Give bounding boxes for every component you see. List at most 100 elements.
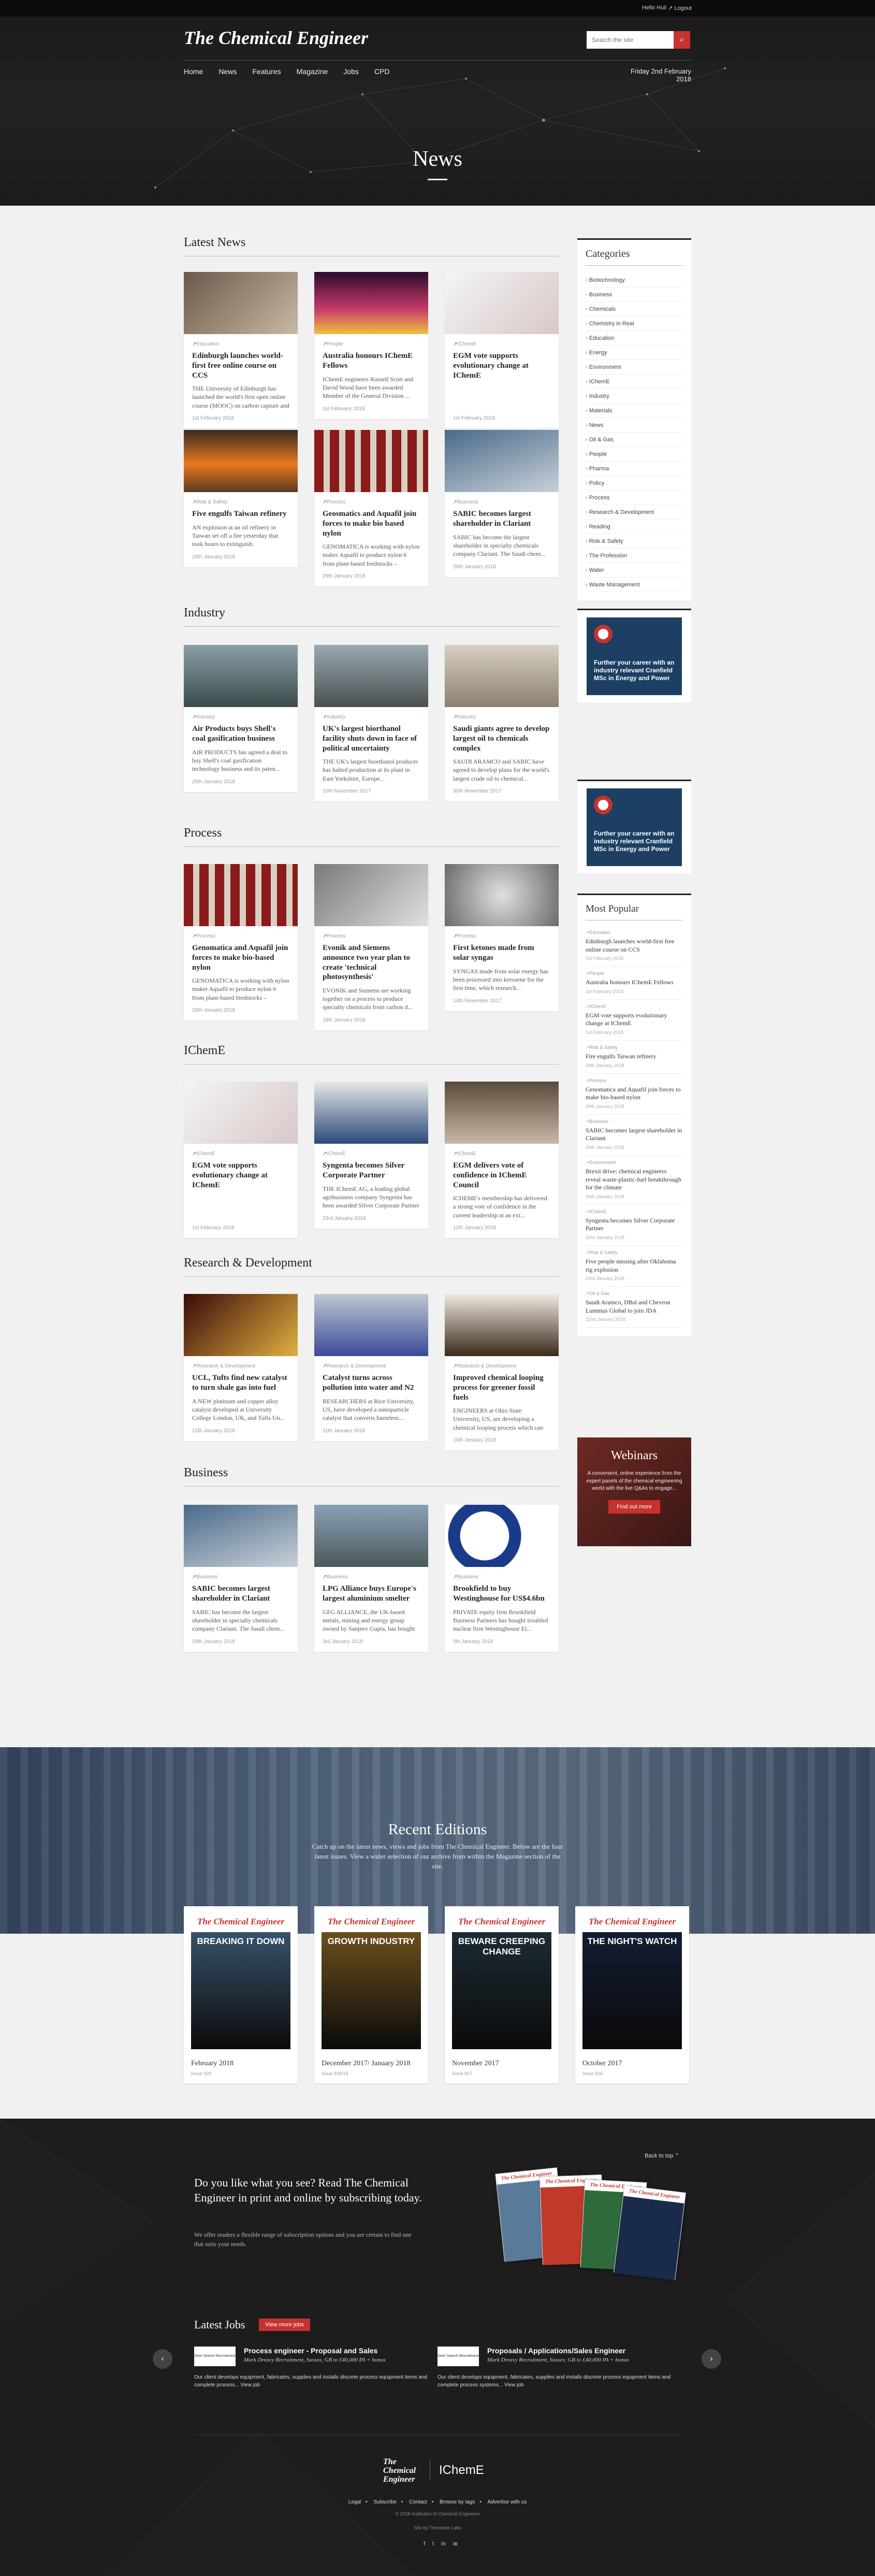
category-link[interactable]: Energy bbox=[586, 346, 683, 360]
category-link[interactable]: Policy bbox=[586, 476, 683, 491]
nav-news[interactable]: News bbox=[218, 67, 237, 76]
news-card[interactable]: Business Brookfield to buy Westinghouse f… bbox=[445, 1505, 559, 1652]
nav-jobs[interactable]: Jobs bbox=[343, 67, 359, 76]
popular-item[interactable]: IChemE EGM vote supports evolutionary cha… bbox=[586, 1000, 683, 1041]
back-to-top-link[interactable]: Back to top ⌃ bbox=[645, 2152, 679, 2159]
article-image[interactable] bbox=[314, 272, 428, 334]
magazine-cover[interactable]: The Chemical Engineer THE NIGHT'S WATCH bbox=[582, 1913, 682, 2049]
article-category[interactable]: Risk & Safety bbox=[192, 499, 289, 505]
footer-link-subscribe[interactable]: Subscribe bbox=[374, 2499, 397, 2505]
magazine-issue[interactable]: The Chemical Engineer BREAKING IT DOWN Feb… bbox=[184, 1906, 298, 2083]
article-category[interactable]: IChemE bbox=[453, 341, 550, 347]
news-card[interactable]: Process Geosmatics and Aquafil join force… bbox=[314, 430, 428, 587]
category-link[interactable]: Education bbox=[586, 331, 683, 346]
news-card[interactable]: IChemE EGM vote supports evolutionary cha… bbox=[445, 272, 559, 429]
category-link[interactable]: Research & Development bbox=[586, 505, 683, 520]
category-link[interactable]: Business bbox=[586, 287, 683, 302]
magazine-cover[interactable]: The Chemical Engineer BREAKING IT DOWN bbox=[191, 1913, 290, 2049]
logout-link[interactable]: ↗ Logout bbox=[668, 5, 692, 11]
footer-link-tags[interactable]: Browse by tags bbox=[440, 2499, 475, 2505]
popular-title[interactable]: Brexit drive: chemical engineers reveal … bbox=[586, 1168, 683, 1192]
article-title[interactable]: Edinburgh launches world-first free onli… bbox=[192, 351, 289, 380]
article-image[interactable] bbox=[184, 1294, 298, 1356]
article-image[interactable] bbox=[314, 645, 428, 707]
footer-link-legal[interactable]: Legal bbox=[348, 2499, 361, 2505]
magazine-issue[interactable]: The Chemical Engineer GROWTH INDUSTRY Dece… bbox=[314, 1906, 428, 2083]
popular-title[interactable]: Syngenta becomes Silver Corporate Partne… bbox=[586, 1217, 683, 1233]
search-button[interactable]: ⌕ bbox=[674, 31, 690, 49]
webinar-button[interactable]: Find out more bbox=[608, 1500, 660, 1514]
job-title[interactable]: Process engineer - Proposal and Sales bbox=[244, 2347, 377, 2355]
article-title[interactable]: SABIC becomes largest shareholder in Cla… bbox=[453, 509, 550, 529]
popular-title[interactable]: Edinburgh launches world-first free onli… bbox=[586, 938, 683, 954]
article-category[interactable]: Process bbox=[323, 933, 420, 939]
article-image[interactable] bbox=[184, 864, 298, 926]
news-card[interactable]: Process Genomatica and Aquafil join force… bbox=[184, 864, 298, 1021]
popular-title[interactable]: Genomatica and Aquafil join forces to ma… bbox=[586, 1086, 683, 1102]
category-link[interactable]: Chemicals bbox=[586, 302, 683, 316]
news-card[interactable]: Education Edinburgh launches world-first … bbox=[184, 272, 298, 429]
popular-item[interactable]: IChemE Syngenta becomes Silver Corporate … bbox=[586, 1205, 683, 1246]
article-image[interactable] bbox=[445, 645, 559, 707]
site-credit[interactable]: Site by Trimstone Labs bbox=[0, 2525, 875, 2530]
magazine-issue[interactable]: The Chemical Engineer BEWARE CREEPING CHA… bbox=[445, 1906, 559, 2083]
article-image[interactable] bbox=[184, 272, 298, 334]
popular-item[interactable]: Risk & Safety Five people missing after O… bbox=[586, 1246, 683, 1287]
magazine-cover[interactable]: The Chemical Engineer GROWTH INDUSTRY bbox=[322, 1913, 421, 2049]
cranfield-ad-1[interactable]: Further your career with an industry rel… bbox=[587, 617, 682, 695]
popular-item[interactable]: Risk & Safety Fire engulfs Taiwan refiner… bbox=[586, 1041, 683, 1074]
article-category[interactable]: Business bbox=[453, 499, 550, 505]
article-title[interactable]: EGM delivers vote of confidence in IChem… bbox=[453, 1161, 550, 1190]
category-link[interactable]: Biotechnology bbox=[586, 273, 683, 287]
news-card[interactable]: Business SABIC becomes largest shareholde… bbox=[184, 1505, 298, 1652]
category-link[interactable]: Reading bbox=[586, 520, 683, 534]
article-image[interactable] bbox=[314, 1505, 428, 1567]
twitter-icon[interactable]: t bbox=[432, 2541, 434, 2548]
popular-title[interactable]: SABIC becomes largest shareholder in Cla… bbox=[586, 1127, 683, 1143]
footer-logo-tce[interactable]: The Chemical Engineer bbox=[383, 2457, 425, 2484]
cranfield-ad-2[interactable]: Further your career with an industry rel… bbox=[587, 788, 682, 866]
nav-cpd[interactable]: CPD bbox=[374, 67, 390, 76]
article-title[interactable]: UK's largest biorthanol facility shuts d… bbox=[323, 724, 420, 753]
news-card[interactable]: Business SABIC becomes largest shareholde… bbox=[445, 430, 559, 577]
article-title[interactable]: First ketones made from solar syngas bbox=[453, 943, 550, 963]
section-title-icheme[interactable]: IChemE bbox=[184, 1044, 559, 1064]
article-image[interactable] bbox=[184, 645, 298, 707]
popular-item[interactable]: Oil & Gas Saudi Aramco, DBsl and Chevron … bbox=[586, 1287, 683, 1328]
section-title-industry[interactable]: Industry bbox=[184, 606, 559, 627]
section-title-process[interactable]: Process bbox=[184, 826, 559, 847]
news-card[interactable]: Business LPG Alliance buys Europe's large… bbox=[314, 1505, 428, 1652]
article-title[interactable]: LPG Alliance buys Europe's largest alumi… bbox=[323, 1584, 420, 1604]
category-link[interactable]: Materials bbox=[586, 404, 683, 418]
search-input[interactable] bbox=[587, 31, 674, 49]
article-category[interactable]: Education bbox=[192, 341, 289, 347]
article-image[interactable] bbox=[445, 1294, 559, 1356]
article-category[interactable]: People bbox=[323, 341, 420, 347]
category-link[interactable]: Risk & Safety bbox=[586, 534, 683, 549]
article-title[interactable]: Brookfield to buy Westinghouse for US$4.… bbox=[453, 1584, 550, 1604]
popular-title[interactable]: Saudi Aramco, DBsl and Chevron Lummus Gl… bbox=[586, 1299, 683, 1315]
issue-title[interactable]: February 2018 bbox=[191, 2060, 290, 2068]
article-category[interactable]: Process bbox=[192, 933, 289, 939]
news-card[interactable]: Research & Development Improved chemical … bbox=[445, 1294, 559, 1451]
article-title[interactable]: Saudi giants agree to develop largest oi… bbox=[453, 724, 550, 753]
article-category[interactable]: Business bbox=[192, 1574, 289, 1580]
article-category[interactable]: Business bbox=[453, 1574, 550, 1580]
popular-title[interactable]: Fire engulfs Taiwan refinery bbox=[586, 1053, 683, 1061]
news-card[interactable]: People Australia honours IChemE Fellows IC… bbox=[314, 272, 428, 419]
issue-title[interactable]: December 2017/ January 2018 bbox=[322, 2060, 421, 2068]
article-category[interactable]: Industry bbox=[192, 714, 289, 720]
category-link[interactable]: Environment bbox=[586, 360, 683, 375]
article-title[interactable]: EGM vote supports evolutionary change at… bbox=[453, 351, 550, 380]
jobs-next-button[interactable]: › bbox=[702, 2349, 721, 2369]
article-category[interactable]: IChemE bbox=[323, 1151, 420, 1157]
article-title[interactable]: Air Products buys Shell's coal gasificat… bbox=[192, 724, 289, 744]
user-greeting[interactable]: Hello Huil bbox=[642, 5, 666, 11]
facebook-icon[interactable]: f bbox=[424, 2541, 425, 2548]
article-image[interactable] bbox=[445, 1505, 559, 1567]
category-link[interactable]: Oil & Gas bbox=[586, 433, 683, 447]
article-image[interactable] bbox=[445, 430, 559, 492]
article-image[interactable] bbox=[445, 864, 559, 926]
article-title[interactable]: Five engulfs Taiwan refinery bbox=[192, 509, 289, 519]
article-category[interactable]: Research & Development bbox=[192, 1363, 289, 1369]
